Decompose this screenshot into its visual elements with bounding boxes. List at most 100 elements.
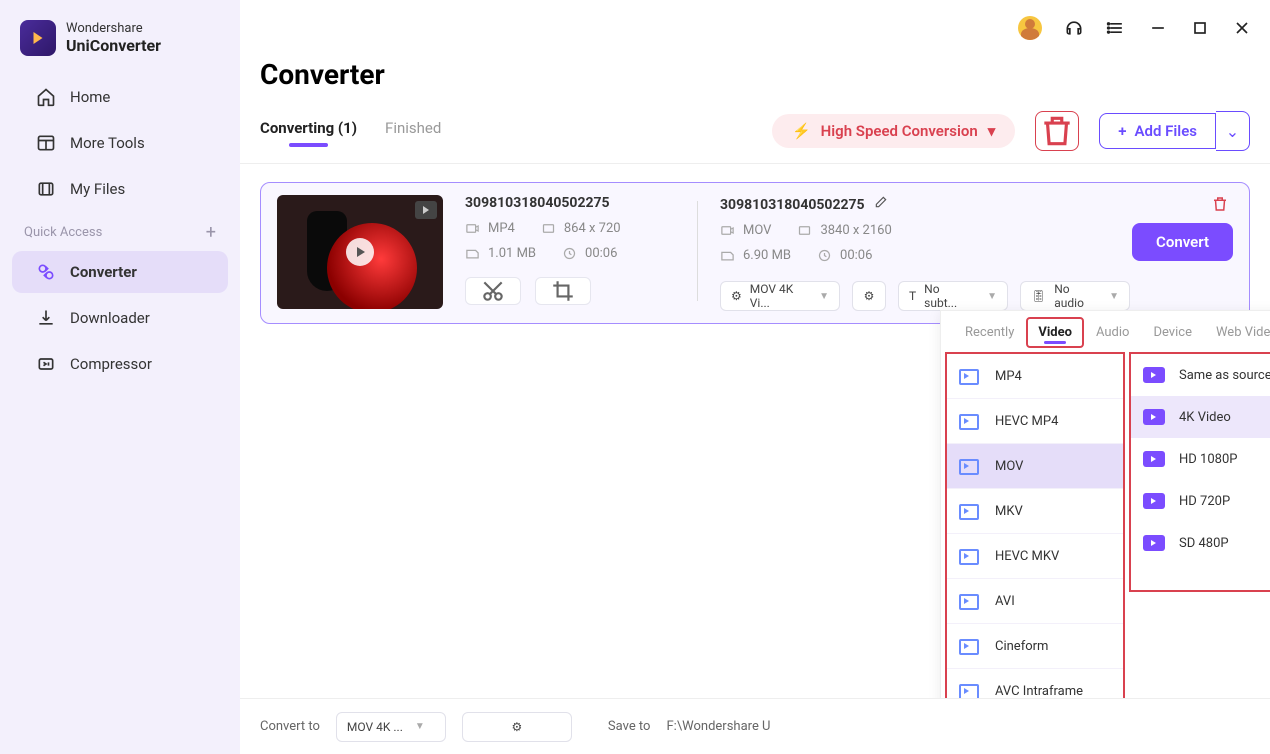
dp-tab-device[interactable]: Device [1141, 317, 1204, 348]
audio-icon: 🎚 [1031, 289, 1046, 303]
format-dropdown[interactable]: ⚙MOV 4K Vi...▼ [720, 281, 840, 311]
format-icon [959, 457, 981, 475]
resolution-option[interactable]: Same as sourceAuto [1131, 354, 1270, 396]
high-speed-toggle[interactable]: ⚡ High Speed Conversion ▾ [772, 114, 1015, 148]
resolution-option[interactable]: SD 480P640 x 480 [1131, 522, 1270, 564]
format-option[interactable]: MOV [947, 444, 1123, 489]
chevron-down-icon: ▼ [415, 721, 425, 732]
dp-tab-audio[interactable]: Audio [1084, 317, 1141, 348]
format-list: MP4 HEVC MP4 MOV MKV HEVC MKV AVI Cinefo… [945, 352, 1125, 716]
logo-icon [20, 20, 56, 56]
crop-button[interactable] [535, 277, 591, 305]
resolution-icon [1143, 535, 1165, 551]
resolution-icon [1143, 493, 1165, 509]
resolution-icon [1143, 409, 1165, 425]
dp-tab-video[interactable]: Video [1026, 317, 1084, 348]
format-icon [959, 412, 981, 430]
minimize-icon[interactable] [1148, 18, 1168, 38]
play-icon[interactable] [346, 238, 374, 266]
plus-icon: + [1118, 122, 1126, 140]
trim-button[interactable] [465, 277, 521, 305]
dimension-icon [541, 221, 556, 236]
size-icon [465, 246, 480, 261]
menu-icon[interactable] [1106, 18, 1126, 38]
add-files-dropdown[interactable]: ⌄ [1216, 111, 1250, 151]
resolution-icon [1143, 367, 1165, 383]
convert-to-label: Convert to [260, 719, 320, 734]
format-icon [959, 502, 981, 520]
video-badge-icon [415, 201, 437, 219]
tab-converting[interactable]: Converting (1) [260, 119, 357, 143]
convert-button[interactable]: Convert [1132, 223, 1233, 261]
tab-finished[interactable]: Finished [385, 119, 441, 143]
size-icon [720, 248, 735, 263]
output-filename: 309810318040502275 [720, 197, 865, 213]
toolbar: Converting (1) Finished ⚡ High Speed Con… [240, 111, 1270, 164]
support-icon[interactable] [1064, 18, 1084, 38]
sidebar: Wondershare UniConverter Home More Tools… [0, 0, 240, 754]
folder-icon [36, 179, 56, 199]
download-icon [36, 308, 56, 328]
delete-all-button[interactable] [1035, 111, 1079, 151]
sidebar-item-label: More Tools [70, 134, 145, 152]
resolution-option[interactable]: HD 1080P1920 x 1080 [1131, 438, 1270, 480]
footer-format-dropdown[interactable]: MOV 4K ...▼ [336, 712, 446, 742]
user-avatar[interactable] [1018, 16, 1042, 40]
sidebar-item-moretools[interactable]: More Tools [12, 122, 228, 164]
quick-access-label: Quick Access + [0, 212, 240, 249]
chevron-down-icon: ▾ [988, 122, 996, 140]
sidebar-item-converter[interactable]: Converter [12, 251, 228, 293]
gear-icon: ⚙ [512, 720, 523, 734]
video-icon [465, 221, 480, 236]
sidebar-item-downloader[interactable]: Downloader [12, 297, 228, 339]
video-icon [720, 223, 735, 238]
format-option[interactable]: Cineform [947, 624, 1123, 669]
format-icon [959, 592, 981, 610]
gear-icon: ⚙ [864, 289, 875, 303]
chevron-down-icon: ▼ [987, 291, 997, 302]
sidebar-item-label: My Files [70, 180, 125, 198]
format-option[interactable]: AVI [947, 579, 1123, 624]
format-option[interactable]: HEVC MKV [947, 534, 1123, 579]
add-quick-icon[interactable]: + [206, 222, 216, 243]
add-files-button[interactable]: + Add Files [1099, 113, 1216, 149]
resolution-icon [1143, 451, 1165, 467]
bolt-icon: ⚡ [792, 122, 811, 140]
save-path[interactable]: F:\Wondershare U [666, 719, 770, 734]
dp-tab-webvideo[interactable]: Web Video [1204, 317, 1270, 348]
sidebar-item-label: Home [70, 88, 110, 106]
format-option[interactable]: HEVC MP4 [947, 399, 1123, 444]
sidebar-item-home[interactable]: Home [12, 76, 228, 118]
maximize-icon[interactable] [1190, 18, 1210, 38]
delete-file-button[interactable] [1211, 195, 1229, 217]
settings-button[interactable]: ⚙ [852, 281, 886, 311]
main-panel: Converter Converting (1) Finished ⚡ High… [240, 0, 1270, 754]
format-icon [959, 637, 981, 655]
subtitle-dropdown[interactable]: TNo subt...▼ [898, 281, 1008, 311]
format-option[interactable]: MKV [947, 489, 1123, 534]
chevron-down-icon: ⌄ [1226, 122, 1239, 141]
resolution-list: Same as sourceAuto 4K Video3840 x 2160 H… [1129, 352, 1270, 592]
dimension-icon [797, 223, 812, 238]
source-filename: 309810318040502275 [465, 195, 675, 211]
sidebar-item-compressor[interactable]: Compressor [12, 343, 228, 385]
close-icon[interactable] [1232, 18, 1252, 38]
audio-dropdown[interactable]: 🎚No audio▼ [1020, 281, 1130, 311]
sidebar-item-label: Downloader [70, 309, 150, 327]
footer-settings-button[interactable]: ⚙ [462, 712, 572, 742]
brand-line1: Wondershare [66, 21, 161, 36]
format-selector-panel: Recently Video Audio Device Web Video 🔍S… [940, 310, 1270, 721]
clock-icon [562, 246, 577, 261]
video-thumbnail[interactable] [277, 195, 443, 309]
add-files-group: + Add Files ⌄ [1099, 111, 1250, 151]
footer-bar: Convert to MOV 4K ...▼ ⚙ Save to F:\Wond… [240, 698, 1270, 754]
converter-icon [36, 262, 56, 282]
sidebar-item-myfiles[interactable]: My Files [12, 168, 228, 210]
format-option[interactable]: MP4 [947, 354, 1123, 399]
resolution-option[interactable]: HD 720P1280 x 720 [1131, 480, 1270, 522]
dp-tab-recently[interactable]: Recently [953, 317, 1026, 348]
edit-name-icon[interactable] [874, 195, 888, 209]
resolution-option[interactable]: 4K Video3840 x 2160 [1131, 396, 1270, 438]
titlebar [1018, 16, 1252, 40]
compress-icon [36, 354, 56, 374]
